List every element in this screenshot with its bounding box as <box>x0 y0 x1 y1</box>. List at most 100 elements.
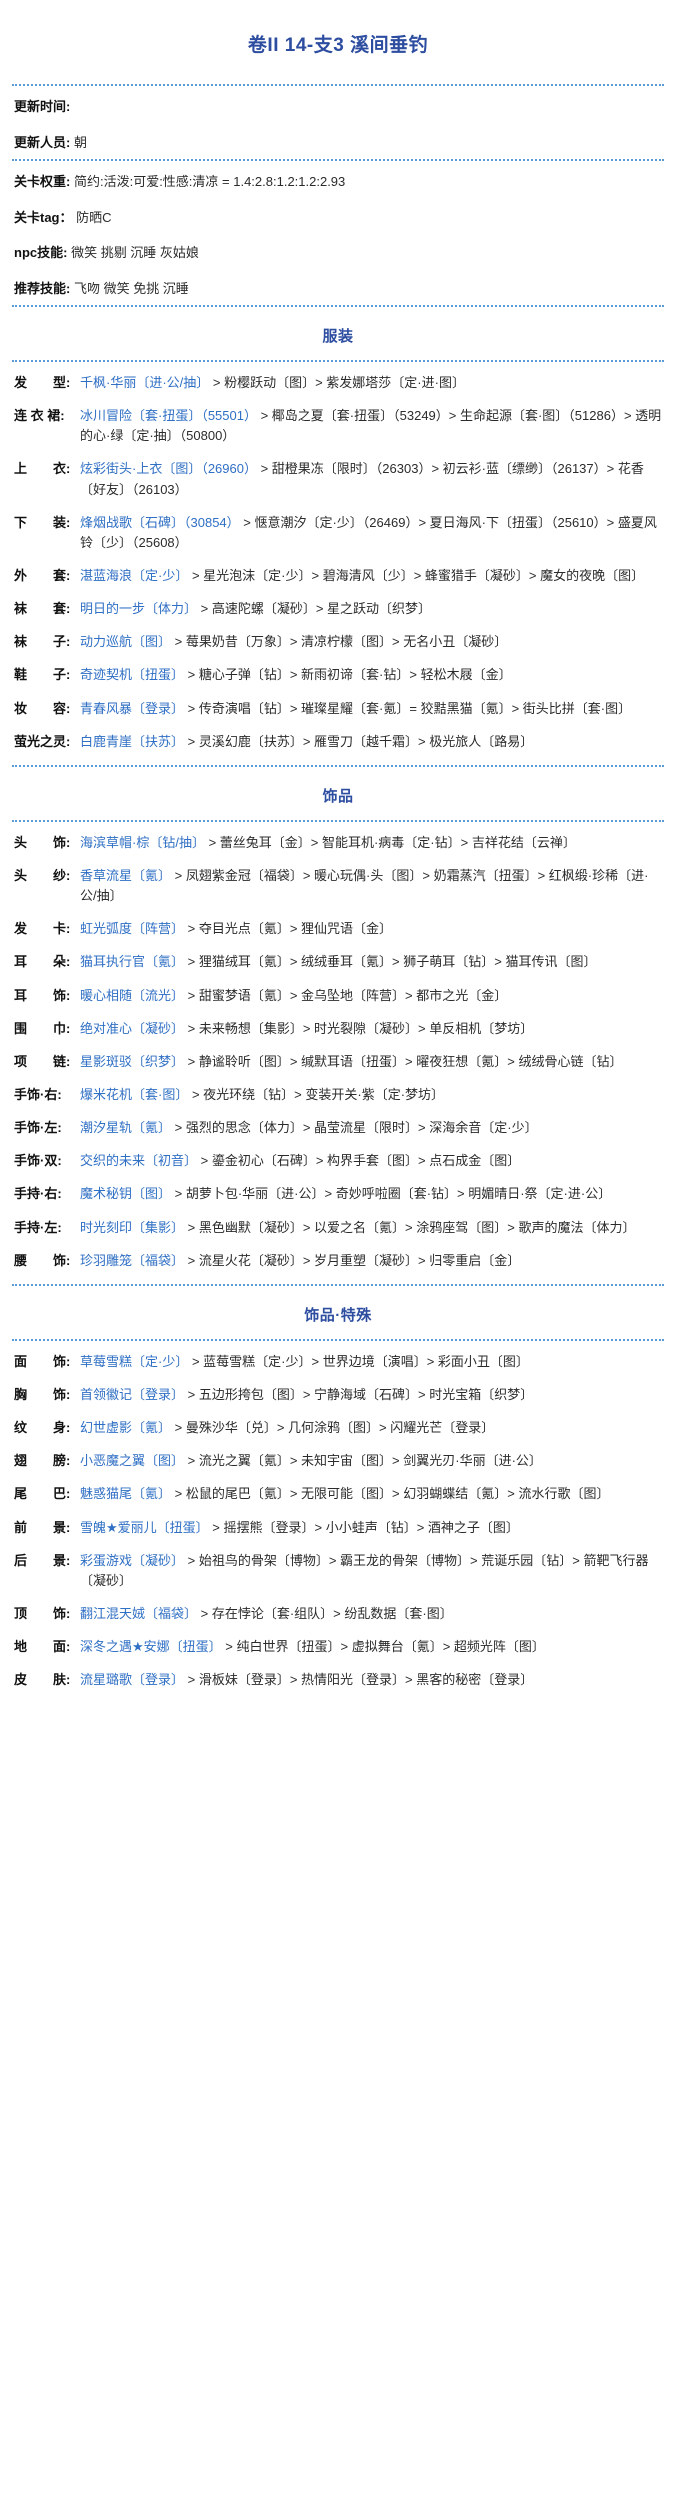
item-label: 手饰·右: <box>14 1086 62 1102</box>
item-row: 头 饰: 海滨草帽·棕〔钻/抽〕 > 蕾丝兔耳〔金〕> 智能耳机·病毒〔定·钻〕>… <box>12 833 664 853</box>
item-rest: > 夺目光点〔氪〕> 狸仙咒语〔金〕 <box>187 921 393 937</box>
section-heading: 饰品 <box>322 787 354 805</box>
item-label: 头 纱: <box>14 867 71 883</box>
item-chain: 交织的未来〔初音〕 > 鎏金初心〔石碑〕> 构界手套〔图〕> 点石成金〔图〕 <box>80 1151 664 1171</box>
item-first: 小恶魔之翼〔图〕 <box>80 1453 188 1469</box>
item-label: 外 套: <box>14 567 71 583</box>
item-row: 面 饰: 草莓雪糕〔定·少〕 > 蓝莓雪糕〔定·少〕> 世界边境〔演唱〕> 彩面小… <box>12 1352 664 1372</box>
sections-container: 服装发 型: 千枫·华丽〔进·公/抽〕 > 粉樱跃动〔图〕> 紫发娜塔莎〔定·进·… <box>12 305 664 1690</box>
item-row: 前 景: 雪魄★爱丽儿〔扭蛋〕 > 摇摆熊〔登录〕> 小小蛙声〔钻〕> 酒神之子〔… <box>12 1518 664 1538</box>
divider <box>12 1283 664 1286</box>
item-label: 尾 巴: <box>14 1486 71 1502</box>
item-first: 猫耳执行官〔氪〕 <box>80 954 188 970</box>
item-chain: 魅惑猫尾〔氪〕 > 松鼠的尾巴〔氪〕> 无限可能〔图〕> 幻羽蝴蝶结〔氪〕> 流… <box>80 1484 664 1504</box>
item-first: 香草流星〔氪〕 <box>80 867 175 883</box>
meta-block-update: 更新时间: 更新人员: 朝 <box>12 97 664 152</box>
item-row: 翅 膀: 小恶魔之翼〔图〕 > 流光之翼〔氪〕> 未知宇宙〔图〕> 剑翼光刃·华丽… <box>12 1451 664 1471</box>
item-label: 顶 饰: <box>14 1605 71 1621</box>
item-first: 动力巡航〔图〕 <box>80 634 175 650</box>
item-first: 星影斑驳〔织梦〕 <box>80 1053 188 1069</box>
item-chain: 绝对准心〔凝砂〕 > 未来畅想〔集影〕> 时光裂隙〔凝砂〕> 单反相机〔梦坊〕 <box>80 1019 664 1039</box>
item-first: 湛蓝海浪〔定·少〕 <box>80 567 192 583</box>
section-heading: 饰品·特殊 <box>304 1306 372 1324</box>
item-rest: > 滑板妹〔登录〕> 热情阳光〔登录〕> 黑客的秘密〔登录〕 <box>187 1672 534 1688</box>
item-chain: 彩蛋游戏〔凝砂〕 > 始祖鸟的骨架〔博物〕> 霸王龙的骨架〔博物〕> 荒诞乐园〔… <box>80 1551 664 1591</box>
item-first: 魔术秘钥〔图〕 <box>80 1186 175 1202</box>
item-first: 烽烟战歌〔石碑〕（30854） <box>80 514 244 530</box>
item-row: 手持·右: 魔术秘钥〔图〕 > 胡萝卜包·华丽〔进·公〕> 奇妙呼啦圈〔套·钻〕>… <box>12 1184 664 1204</box>
item-rest: > 松鼠的尾巴〔氪〕> 无限可能〔图〕> 幻羽蝴蝶结〔氪〕> 流水行歌〔图〕 <box>174 1486 610 1502</box>
item-chain: 流星璐歌〔登录〕 > 滑板妹〔登录〕> 热情阳光〔登录〕> 黑客的秘密〔登录〕 <box>80 1670 664 1690</box>
item-chain: 草莓雪糕〔定·少〕 > 蓝莓雪糕〔定·少〕> 世界边境〔演唱〕> 彩面小丑〔图〕 <box>80 1352 664 1372</box>
item-row: 耳 饰: 暖心相随〔流光〕 > 甜蜜梦语〔氪〕> 金乌坠地〔阵营〕> 都市之光〔金… <box>12 986 664 1006</box>
item-first: 流星璐歌〔登录〕 <box>80 1672 188 1688</box>
item-chain: 炫彩街头·上衣〔图〕（26960） > 甜橙果冻〔限时〕（26303）> 初云衫… <box>80 459 664 499</box>
item-rest: > 强烈的思念〔体力〕> 晶莹流星〔限时〕> 深海余音〔定·少〕 <box>174 1120 538 1136</box>
item-first: 交织的未来〔初音〕 <box>80 1153 201 1169</box>
item-label: 项 链: <box>14 1053 71 1069</box>
meta-row: 关卡tag： 防晒C <box>12 208 664 228</box>
item-rest: > 莓果奶昔〔万象〕> 清凉柠檬〔图〕> 无名小丑〔凝砂〕 <box>174 634 508 650</box>
item-row: 袜 套: 明日的一步〔体力〕 > 高速陀螺〔凝砂〕> 星之跃动〔织梦〕 <box>12 599 664 619</box>
item-chain: 千枫·华丽〔进·公/抽〕 > 粉樱跃动〔图〕> 紫发娜塔莎〔定·进·图〕 <box>80 373 664 393</box>
item-chain: 时光刻印〔集影〕 > 黑色幽默〔凝砂〕> 以爱之名〔氪〕> 涂鸦座驾〔图〕> 歌… <box>80 1218 664 1238</box>
item-label: 纹 身: <box>14 1420 71 1436</box>
item-rest: > 传奇演唱〔钻〕> 璀璨星耀〔套·氪〕= 狡黠黑猫〔氪〕> 街头比拼〔套·图〕 <box>187 700 632 716</box>
divider <box>12 84 664 86</box>
item-first: 深冬之遇★安娜〔扭蛋〕 <box>80 1639 226 1655</box>
item-row: 腰 饰: 珍羽雕笼〔福袋〕 > 流星火花〔凝砂〕> 岁月重塑〔凝砂〕> 归零重启〔… <box>12 1251 664 1271</box>
item-rest: > 高速陀螺〔凝砂〕> 星之跃动〔织梦〕 <box>200 601 432 617</box>
item-row: 项 链: 星影斑驳〔织梦〕 > 静谧聆听〔图〕> 缄默耳语〔扭蛋〕> 曜夜狂想〔氪… <box>12 1052 664 1072</box>
page-title: 卷II 14-支3 溪间垂钓 <box>247 35 429 56</box>
item-label: 腰 饰: <box>14 1252 71 1268</box>
item-first: 虹光弧度〔阵营〕 <box>80 921 188 937</box>
item-label: 胸 饰: <box>14 1386 71 1402</box>
item-chain: 暖心相随〔流光〕 > 甜蜜梦语〔氪〕> 金乌坠地〔阵营〕> 都市之光〔金〕 <box>80 986 664 1006</box>
item-rest: > 未来畅想〔集影〕> 时光裂隙〔凝砂〕> 单反相机〔梦坊〕 <box>187 1020 534 1036</box>
item-row: 手饰·双: 交织的未来〔初音〕 > 鎏金初心〔石碑〕> 构界手套〔图〕> 点石成金… <box>12 1151 664 1171</box>
item-chain: 翻江混天娀〔福袋〕 > 存在悖论〔套·组队〕> 纷乱数据〔套·图〕 <box>80 1604 664 1624</box>
item-first: 爆米花机〔套·图〕 <box>80 1086 192 1102</box>
item-label: 妆 容: <box>14 700 71 716</box>
item-chain: 深冬之遇★安娜〔扭蛋〕 > 纯白世界〔扭蛋〕> 虚拟舞台〔氪〕> 超频光阵〔图〕 <box>80 1637 664 1657</box>
item-first: 明日的一步〔体力〕 <box>80 601 201 617</box>
item-row: 萤光之灵: 白鹿青崖〔扶苏〕 > 灵溪幻鹿〔扶苏〕> 雁雪刀〔越千霜〕> 极光旅人… <box>12 732 664 752</box>
item-label: 耳 朵: <box>14 954 71 970</box>
item-row: 外 套: 湛蓝海浪〔定·少〕 > 星光泡沫〔定·少〕> 碧海清风〔少〕> 蜂蜜猎手… <box>12 566 664 586</box>
item-row: 胸 饰: 首领徽记〔登录〕 > 五边形挎包〔图〕> 宁静海域〔石碑〕> 时光宝箱〔… <box>12 1385 664 1405</box>
item-label: 手持·右: <box>14 1186 62 1202</box>
item-row: 连 衣 裙: 冰川冒险〔套·扭蛋〕（55501） > 椰岛之夏〔套·扭蛋〕（532… <box>12 406 664 446</box>
item-rest: > 鎏金初心〔石碑〕> 构界手套〔图〕> 点石成金〔图〕 <box>200 1153 521 1169</box>
item-label: 围 巾: <box>14 1020 71 1036</box>
item-rest: > 静谧聆听〔图〕> 缄默耳语〔扭蛋〕> 曜夜狂想〔氪〕> 绒绒骨心链〔钻〕 <box>187 1053 623 1069</box>
item-rest: > 曼殊沙华〔兑〕> 几何涂鸦〔图〕> 闪耀光芒〔登录〕 <box>174 1420 495 1436</box>
divider <box>12 305 664 307</box>
item-first: 白鹿青崖〔扶苏〕 <box>80 733 188 749</box>
item-label: 袜 子: <box>14 634 71 650</box>
divider <box>12 764 664 767</box>
item-row: 顶 饰: 翻江混天娀〔福袋〕 > 存在悖论〔套·组队〕> 纷乱数据〔套·图〕 <box>12 1604 664 1624</box>
item-label: 上 衣: <box>14 461 71 477</box>
item-rest: > 黑色幽默〔凝砂〕> 以爱之名〔氪〕> 涂鸦座驾〔图〕> 歌声的魔法〔体力〕 <box>187 1219 636 1235</box>
item-label: 发 型: <box>14 375 71 390</box>
divider <box>12 360 664 362</box>
item-first: 幻世虚影〔氪〕 <box>80 1420 175 1436</box>
meta-key: 关卡tag： <box>14 209 73 225</box>
section-heading: 服装 <box>322 328 354 345</box>
item-label: 翅 膀: <box>14 1453 71 1469</box>
item-row: 耳 朵: 猫耳执行官〔氪〕 > 狸猫绒耳〔氪〕> 绒绒垂耳〔氪〕> 狮子萌耳〔钻〕… <box>12 952 664 972</box>
item-label: 连 衣 裙: <box>14 408 65 424</box>
item-chain: 幻世虚影〔氪〕 > 曼殊沙华〔兑〕> 几何涂鸦〔图〕> 闪耀光芒〔登录〕 <box>80 1418 664 1438</box>
item-chain: 星影斑驳〔织梦〕 > 静谧聆听〔图〕> 缄默耳语〔扭蛋〕> 曜夜狂想〔氪〕> 绒… <box>80 1052 664 1072</box>
item-rest: > 甜蜜梦语〔氪〕> 金乌坠地〔阵营〕> 都市之光〔金〕 <box>187 987 508 1003</box>
item-row: 地 面: 深冬之遇★安娜〔扭蛋〕 > 纯白世界〔扭蛋〕> 虚拟舞台〔氪〕> 超频光… <box>12 1637 664 1657</box>
meta-row: 关卡权重: 简约:活泼:可爱:性感:清凉 = 1.4:2.8:1.2:1.2:2… <box>12 172 664 192</box>
item-chain: 首领徽记〔登录〕 > 五边形挎包〔图〕> 宁静海域〔石碑〕> 时光宝箱〔织梦〕 <box>80 1385 664 1405</box>
item-first: 青春风暴〔登录〕 <box>80 700 188 716</box>
item-row: 妆 容: 青春风暴〔登录〕 > 传奇演唱〔钻〕> 璀璨星耀〔套·氪〕= 狡黠黑猫〔… <box>12 699 664 719</box>
item-first: 魅惑猫尾〔氪〕 <box>80 1486 175 1502</box>
item-row: 发 卡: 虹光弧度〔阵营〕 > 夺目光点〔氪〕> 狸仙咒语〔金〕 <box>12 919 664 939</box>
item-label: 鞋 子: <box>14 667 71 683</box>
item-chain: 烽烟战歌〔石碑〕（30854） > 惬意潮汐〔定·少〕（26469）> 夏日海风… <box>80 513 664 553</box>
meta-key: npc技能: <box>14 245 68 260</box>
